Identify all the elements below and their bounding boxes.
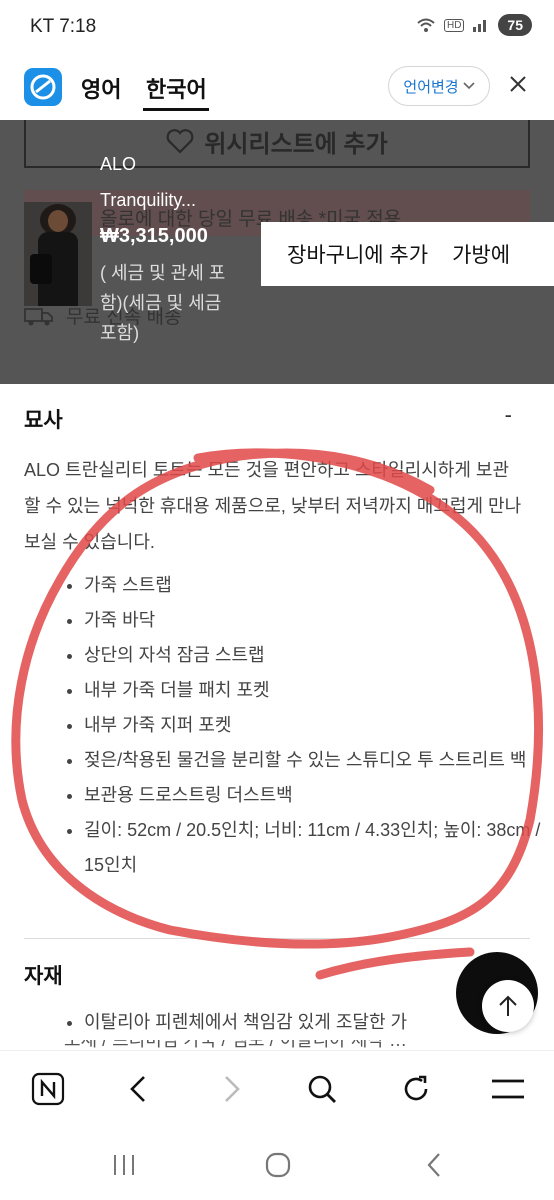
back-icon[interactable] (118, 1069, 158, 1109)
naver-icon[interactable] (28, 1069, 68, 1109)
translate-bar: 영어 한국어 언어변경 (0, 56, 554, 120)
description-text: ALO 트란실리티 토트는 모든 것을 편안하고 스타일리시하게 보관할 수 있… (24, 460, 522, 552)
description-collapse-toggle[interactable]: - (505, 402, 512, 428)
menu-icon[interactable] (488, 1069, 528, 1109)
product-name: Tranquility... (100, 190, 197, 210)
description-bullets: 가죽 스트랩 가죽 바닥 상단의 자석 잠금 스트랩 내부 가죽 더블 패치 포… (64, 568, 544, 883)
wifi-icon (417, 18, 435, 32)
list-item: 상단의 자석 잠금 스트랩 (84, 638, 544, 673)
translate-app-icon (24, 68, 62, 106)
arrow-up-icon (499, 995, 517, 1016)
language-change-label: 언어변경 (403, 78, 459, 96)
add-to-bag-button[interactable]: 가방에 (452, 239, 510, 269)
lang-source-tab[interactable]: 영어 (81, 72, 121, 104)
cart-actions: 장바구니에 추가 가방에 (261, 222, 554, 286)
forward-icon[interactable] (212, 1069, 252, 1109)
battery-badge: 75 (498, 14, 532, 36)
wishlist-label: 위시리스트에 추가 (204, 130, 388, 158)
product-overlay: 위시리스트에 추가 올로에 대한 당일 무료 배송 *미국 적용 무료 신속 배… (0, 120, 554, 384)
chevron-down-icon (463, 82, 475, 90)
material-bullets: 이탈리아 피렌체에서 책임감 있게 조달한 가 (64, 1004, 504, 1040)
add-to-cart-button[interactable]: 장바구니에 추가 (287, 239, 428, 269)
material-title: 자재 (24, 965, 63, 988)
status-carrier-time: KT 7:18 (30, 16, 97, 37)
description-title: 묘사 (24, 409, 63, 432)
list-item: 보관용 드로스트링 더스트백 (84, 778, 544, 813)
scroll-top-button[interactable] (482, 980, 534, 1032)
list-item: 가죽 바닥 (84, 603, 544, 638)
product-tax-note: ( 세금 및 관세 포함)(세금 및 세금 포함) (100, 263, 226, 343)
language-change-button[interactable]: 언어변경 (388, 66, 490, 106)
android-nav-bar (0, 1128, 554, 1200)
status-bar: KT 7:18 HD 75 (0, 0, 554, 56)
home-icon[interactable] (258, 1148, 298, 1182)
refresh-icon[interactable] (396, 1069, 436, 1109)
product-price: ₩3,315,000 (100, 225, 208, 247)
list-item: 가죽 스트랩 (84, 568, 544, 603)
signal-icon (473, 20, 487, 32)
list-item: 길이: 52cm / 20.5인치; 너비: 11cm / 4.33인치; 높이… (84, 813, 544, 883)
lang-target-tab[interactable]: 한국어 (146, 72, 207, 104)
heart-icon (166, 129, 194, 154)
close-icon[interactable] (504, 70, 532, 98)
product-brand: ALO (100, 154, 137, 174)
status-icons: HD 75 (416, 14, 532, 36)
hd-badge: HD (443, 18, 465, 32)
cut-off-line: 소재 / 프리미엄 가죽 / 엠보 / 이탈리아 제작 … (64, 1040, 534, 1050)
search-icon[interactable] (302, 1069, 342, 1109)
product-thumbnail[interactable] (24, 202, 92, 306)
list-item: 젖은/착용된 물건을 분리할 수 있는 스튜디오 투 스트리트 백 (84, 743, 544, 778)
list-item: 내부 가죽 지퍼 포켓 (84, 708, 544, 743)
browser-toolbar (0, 1050, 554, 1129)
truck-icon (24, 307, 53, 325)
recents-icon[interactable] (104, 1148, 144, 1182)
active-tab-indicator (143, 108, 209, 111)
list-item: 내부 가죽 더블 패치 포켓 (84, 673, 544, 708)
cut-off-text: 소재 / 프리미엄 가죽 / 엠보 / 이탈리아 제작 … (64, 1040, 407, 1050)
section-divider (24, 938, 530, 939)
back-nav-icon[interactable] (414, 1148, 454, 1182)
list-item: 이탈리아 피렌체에서 책임감 있게 조달한 가 (84, 1004, 504, 1040)
